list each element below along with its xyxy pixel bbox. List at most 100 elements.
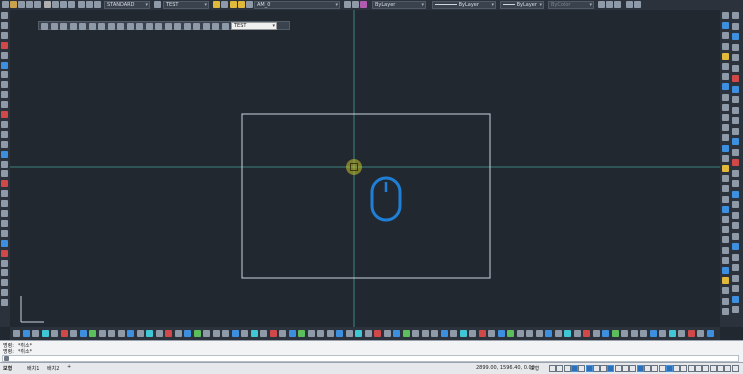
toolbar-extra-icon[interactable]	[606, 1, 613, 8]
bottom-tool-11-icon[interactable]	[108, 330, 115, 337]
bottom-tool-42-icon[interactable]	[402, 330, 410, 337]
bottom-tool-72-icon[interactable]	[687, 330, 695, 337]
quick-properties-toggle[interactable]	[695, 365, 702, 372]
from-icon[interactable]	[732, 138, 739, 145]
snap-endpoint-icon[interactable]	[732, 12, 739, 19]
bottom-tool-44-icon[interactable]	[421, 330, 429, 337]
new-file-icon[interactable]	[2, 1, 9, 8]
bottom-tool-65-icon[interactable]	[621, 330, 628, 337]
dim-style-select[interactable]: TEST ▾	[163, 1, 209, 9]
bottom-tool-70-icon[interactable]	[668, 330, 676, 337]
ellipse-arc-icon[interactable]	[1, 111, 8, 118]
text-edit-icon[interactable]	[722, 287, 729, 295]
point-icon[interactable]	[1, 140, 8, 148]
workspace-toggle[interactable]	[673, 365, 681, 372]
undo-icon[interactable]	[78, 1, 85, 8]
bottom-tool-48-icon[interactable]	[459, 330, 467, 337]
table-icon[interactable]	[1, 180, 8, 188]
arc-icon[interactable]	[1, 61, 8, 69]
array-icon[interactable]	[722, 52, 729, 60]
offset-icon[interactable]	[722, 42, 729, 50]
bottom-tool-13-icon[interactable]	[127, 330, 134, 337]
distance-icon[interactable]	[722, 277, 729, 285]
hatch-icon[interactable]	[1, 150, 8, 158]
bottom-tool-66-icon[interactable]	[630, 330, 638, 337]
zoom-icon[interactable]	[722, 195, 729, 203]
ucs-x-icon[interactable]	[732, 274, 739, 282]
bottom-tool-29-icon[interactable]	[279, 330, 286, 337]
snap-midpoint-icon[interactable]	[732, 22, 739, 30]
bottom-tool-41-icon[interactable]	[393, 330, 400, 337]
save-icon[interactable]	[18, 1, 25, 8]
construction-line-icon[interactable]	[1, 21, 8, 29]
dynamic-ucs-toggle[interactable]	[643, 365, 651, 372]
make-block-icon[interactable]	[1, 130, 8, 138]
snap-perpendicular-icon[interactable]	[732, 75, 739, 82]
stretch-icon[interactable]	[722, 93, 729, 101]
selection-cycling-toggle[interactable]	[629, 365, 637, 372]
ucs-world-icon[interactable]	[732, 211, 739, 219]
bottom-tool-18-icon[interactable]	[174, 330, 182, 337]
bottom-tool-3-icon[interactable]	[32, 330, 39, 337]
fillet-icon[interactable]	[722, 154, 729, 162]
bottom-tool-61-icon[interactable]	[583, 330, 590, 337]
region-mass-icon[interactable]	[722, 226, 729, 234]
copy-icon[interactable]	[52, 1, 59, 8]
snap-tangent-icon[interactable]	[732, 64, 739, 72]
model-space-button[interactable]: 모형	[530, 365, 539, 372]
erase-icon[interactable]	[722, 12, 729, 19]
bottom-tool-32-icon[interactable]	[307, 330, 315, 337]
bottom-tool-46-icon[interactable]	[440, 330, 448, 337]
object-snap-tracking-toggle[interactable]	[600, 365, 608, 372]
annotation-visibility-toggle[interactable]	[651, 365, 659, 372]
layer-select[interactable]: AM_0 ▾	[254, 1, 340, 9]
extension-icon[interactable]	[732, 159, 739, 166]
snap-quadrant-icon[interactable]	[732, 54, 739, 61]
annotation-monitor-toggle[interactable]	[680, 365, 688, 372]
drawing-canvas[interactable]	[10, 10, 720, 327]
command-input[interactable]	[11, 356, 731, 361]
osnap-settings-icon[interactable]	[732, 117, 739, 124]
snap-none-icon[interactable]	[732, 106, 739, 114]
trim-icon[interactable]	[722, 103, 729, 111]
bottom-tool-69-icon[interactable]	[659, 330, 666, 337]
bottom-tool-19-icon[interactable]	[184, 330, 191, 337]
snap-toggle[interactable]	[556, 365, 564, 372]
bottom-tool-21-icon[interactable]	[203, 330, 210, 337]
bottom-tool-68-icon[interactable]	[649, 330, 657, 337]
layer-match-icon[interactable]	[360, 1, 367, 8]
customization-toggle[interactable]	[731, 365, 739, 372]
measure-icon[interactable]	[722, 236, 729, 244]
bottom-tool-56-icon[interactable]	[535, 330, 543, 337]
redo-icon[interactable]	[86, 1, 93, 8]
bottom-tool-23-icon[interactable]	[222, 330, 229, 337]
ucs-z-icon[interactable]	[732, 295, 739, 303]
ucs-y-icon[interactable]	[732, 285, 739, 292]
bottom-tool-20-icon[interactable]	[193, 330, 201, 337]
bottom-tool-50-icon[interactable]	[478, 330, 486, 337]
graphics-performance-toggle[interactable]	[716, 365, 724, 372]
3d-osnap-toggle[interactable]	[636, 365, 644, 372]
tab-model[interactable]: 모형	[3, 365, 12, 372]
bottom-tool-9-icon[interactable]	[89, 330, 96, 337]
bottom-tool-74-icon[interactable]	[706, 330, 714, 337]
units-toggle[interactable]	[687, 365, 695, 372]
color-select[interactable]: ByLayer ▾	[372, 1, 426, 9]
polyline-icon[interactable]	[1, 31, 8, 39]
bottom-tool-39-icon[interactable]	[374, 330, 381, 337]
snap-center-icon[interactable]	[732, 43, 739, 51]
bottom-tool-37-icon[interactable]	[355, 330, 362, 337]
ucs-apply-icon[interactable]	[732, 306, 739, 313]
bottom-tool-43-icon[interactable]	[412, 330, 419, 337]
lineweight-select[interactable]: ByLayer ▾	[500, 1, 544, 9]
area-icon[interactable]	[722, 267, 729, 274]
dynamic-input-toggle[interactable]	[570, 365, 578, 372]
center-mark-icon[interactable]	[1, 239, 8, 247]
explode-icon[interactable]	[722, 165, 729, 172]
bottom-tool-47-icon[interactable]	[450, 330, 457, 337]
ucs-icon-btn[interactable]	[732, 201, 739, 208]
bottom-tool-64-icon[interactable]	[611, 330, 619, 337]
bottom-tool-57-icon[interactable]	[545, 330, 552, 337]
snap-node-icon[interactable]	[732, 85, 739, 93]
linetype-select[interactable]: ByLayer ▾	[432, 1, 496, 9]
